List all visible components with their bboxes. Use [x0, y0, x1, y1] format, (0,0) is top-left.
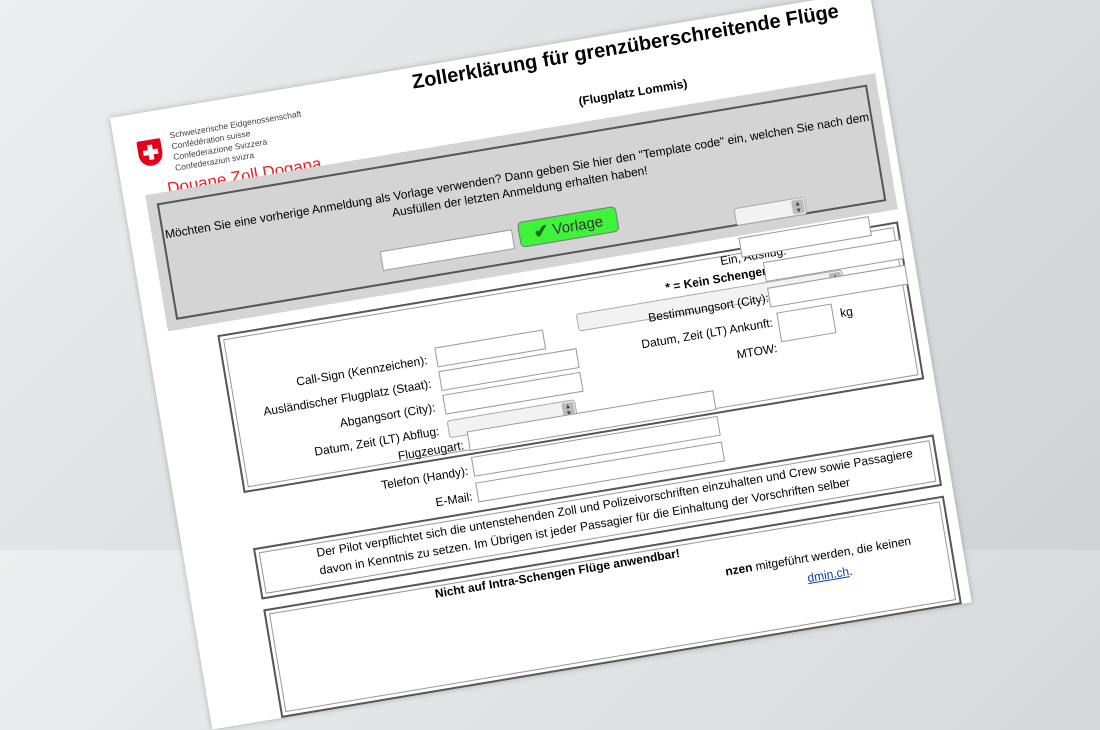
checkmark-icon: ✔ [532, 219, 551, 243]
mtow-unit: kg [839, 304, 854, 321]
page-title: Zollerklärung für grenzüberschreitende F… [410, 0, 841, 94]
select-arrows-icon: ▴▾ [790, 198, 806, 215]
vorlage-button[interactable]: ✔ Vorlage [516, 205, 620, 248]
email-label: E-Mail: [434, 489, 474, 510]
vorlage-label: Vorlage [551, 212, 605, 238]
customs-form-page: Schweizerische Eidgenossenschaft Confédé… [110, 0, 972, 730]
template-code-input[interactable] [379, 229, 516, 272]
swiss-cross-icon [136, 138, 165, 168]
phone-label: Telefon (Handy): [380, 463, 470, 493]
